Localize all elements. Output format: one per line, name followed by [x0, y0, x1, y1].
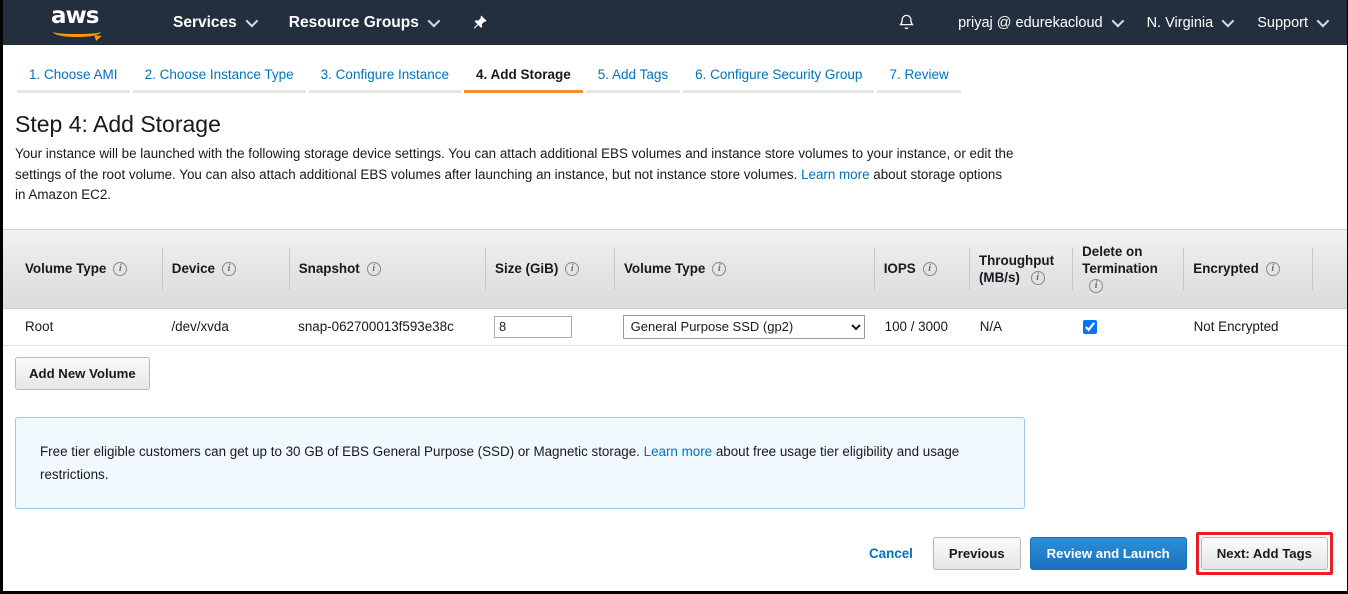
header-snapshot-label: Snapshot: [298, 261, 360, 276]
header-throughput-line1: Throughput: [978, 252, 1055, 268]
delete-on-termination-checkbox[interactable]: [1082, 319, 1097, 334]
header-delete-block: Delete on Termination i: [1082, 243, 1158, 294]
next-add-tags-button[interactable]: Next: Add Tags: [1200, 536, 1328, 570]
info-icon[interactable]: i: [113, 261, 128, 276]
header-encrypted-label: Encrypted: [1193, 261, 1259, 276]
info-icon[interactable]: i: [922, 261, 937, 276]
table-row: Root /dev/xvda snap-062700013f593e38c Ge…: [3, 308, 1347, 346]
chevron-down-icon: [427, 14, 441, 28]
wizard-step-2[interactable]: 2. Choose Instance Type: [132, 66, 306, 93]
cell-volume-type: Root: [25, 319, 54, 334]
chevron-down-icon: [245, 14, 259, 28]
wizard-step-3[interactable]: 3. Configure Instance: [308, 66, 462, 93]
page-title: Step 4: Add Storage: [15, 111, 221, 137]
header-volume-type-label: Volume Type: [25, 261, 107, 276]
nav-support-label: Support: [1257, 14, 1308, 31]
free-tier-learn-more-link[interactable]: Learn more: [644, 444, 712, 459]
storage-learn-more-link[interactable]: Learn more: [801, 167, 869, 182]
nav-services[interactable]: Services: [163, 0, 265, 45]
info-icon[interactable]: i: [366, 261, 381, 276]
header-volume-type-2: Volume Type i: [614, 230, 874, 308]
aws-logo-smile: [53, 26, 101, 37]
notice-part1: Free tier eligible customers can get up …: [40, 443, 644, 459]
chevron-down-icon: [1316, 14, 1330, 28]
free-tier-notice-text: Free tier eligible customers can get up …: [40, 440, 1000, 486]
nav-region-menu[interactable]: N. Virginia: [1134, 0, 1245, 45]
chevron-down-icon: [1221, 14, 1235, 28]
header-throughput-line2: (MB/s): [978, 269, 1020, 285]
page-description: Your instance will be launched with the …: [15, 144, 1015, 206]
header-snapshot: Snapshot i: [288, 230, 485, 308]
wizard-step-6[interactable]: 6. Configure Security Group: [683, 66, 875, 93]
header-size: Size (GiB) i: [485, 230, 614, 308]
header-delete-on-termination: Delete on Termination i: [1072, 230, 1183, 308]
wizard-step-4[interactable]: 4. Add Storage: [464, 66, 583, 93]
header-delete-line2: Termination: [1082, 261, 1158, 276]
nav-account-label: priyaj @ edurekacloud: [958, 14, 1103, 31]
aws-logo-text: aws: [51, 2, 99, 29]
cell-encrypted: Not Encrypted: [1193, 319, 1279, 334]
info-icon[interactable]: i: [712, 261, 727, 276]
header-encrypted: Encrypted i: [1183, 230, 1312, 308]
next-button-highlight: Next: Add Tags: [1195, 531, 1333, 575]
chevron-down-icon: [1111, 14, 1124, 28]
header-iops: IOPS i: [873, 230, 969, 308]
info-icon[interactable]: i: [1089, 279, 1104, 294]
cell-delete-on-termination: [1073, 319, 1184, 334]
size-input[interactable]: [493, 315, 572, 338]
header-throughput-block: Throughput (MB/s) i: [979, 252, 1054, 286]
wizard-step-1[interactable]: 1. Choose AMI: [17, 66, 130, 93]
pushpin-icon[interactable]: [469, 12, 491, 34]
header-volume-type-2-label: Volume Type: [624, 261, 706, 276]
nav-right-group: priyaj @ edurekacloud N. Virginia Suppor…: [893, 0, 1339, 45]
cell-snapshot: snap-062700013f593e38c: [298, 319, 454, 334]
aws-logo[interactable]: aws: [51, 2, 105, 40]
header-delete-line1: Delete on: [1082, 244, 1143, 259]
cell-iops: 100 / 3000: [884, 319, 948, 334]
info-icon[interactable]: i: [1265, 261, 1280, 276]
info-icon[interactable]: i: [1030, 270, 1045, 285]
page-content: Step 4: Add Storage Your instance will b…: [3, 111, 1347, 509]
nav-services-label: Services: [173, 13, 237, 31]
header-device: Device i: [161, 230, 289, 308]
cell-throughput: N/A: [979, 319, 1003, 334]
cell-volume-type-select: General Purpose SSD (gp2)Provisioned IOP…: [613, 314, 875, 339]
nav-resource-groups-label: Resource Groups: [288, 13, 419, 31]
cancel-button[interactable]: Cancel: [869, 546, 913, 561]
add-new-volume-button[interactable]: Add New Volume: [15, 356, 150, 390]
wizard-steps: 1. Choose AMI 2. Choose Instance Type 3. C…: [3, 57, 1347, 93]
nav-account-menu[interactable]: priyaj @ edurekacloud: [945, 0, 1134, 45]
wizard-footer-actions: Cancel Previous Review and Launch Next: …: [869, 531, 1333, 575]
cell-size: [484, 315, 613, 338]
previous-button[interactable]: Previous: [932, 536, 1021, 570]
bell-icon[interactable]: [893, 10, 919, 36]
header-iops-label: IOPS: [883, 261, 916, 276]
free-tier-notice: Free tier eligible customers can get up …: [15, 416, 1025, 509]
top-navigation-bar: aws Services Resource Groups priyaj @ ed…: [3, 0, 1347, 45]
nav-support-menu[interactable]: Support: [1244, 0, 1339, 45]
header-actions: [1312, 230, 1347, 308]
review-and-launch-button[interactable]: Review and Launch: [1029, 536, 1187, 570]
header-size-label: Size (GiB): [495, 261, 559, 276]
nav-resource-groups[interactable]: Resource Groups: [279, 0, 447, 45]
header-device-label: Device: [171, 261, 215, 276]
wizard-step-7[interactable]: 7. Review: [877, 66, 961, 93]
cell-device: /dev/xvda: [171, 319, 229, 334]
info-icon[interactable]: i: [221, 261, 236, 276]
info-icon[interactable]: i: [565, 261, 580, 276]
volumes-table: Volume Type i Device i Snapshot i Size (…: [3, 228, 1347, 346]
aws-console-page: aws Services Resource Groups priyaj @ ed…: [0, 0, 1348, 594]
nav-region-label: N. Virginia: [1146, 14, 1214, 31]
volumes-table-header: Volume Type i Device i Snapshot i Size (…: [3, 228, 1347, 309]
add-volume-row: Add New Volume: [15, 356, 1335, 390]
volume-type-select[interactable]: General Purpose SSD (gp2)Provisioned IOP…: [622, 314, 865, 339]
wizard-step-5[interactable]: 5. Add Tags: [585, 66, 681, 93]
header-throughput: Throughput (MB/s) i: [968, 230, 1072, 308]
header-volume-type: Volume Type i: [15, 230, 162, 308]
